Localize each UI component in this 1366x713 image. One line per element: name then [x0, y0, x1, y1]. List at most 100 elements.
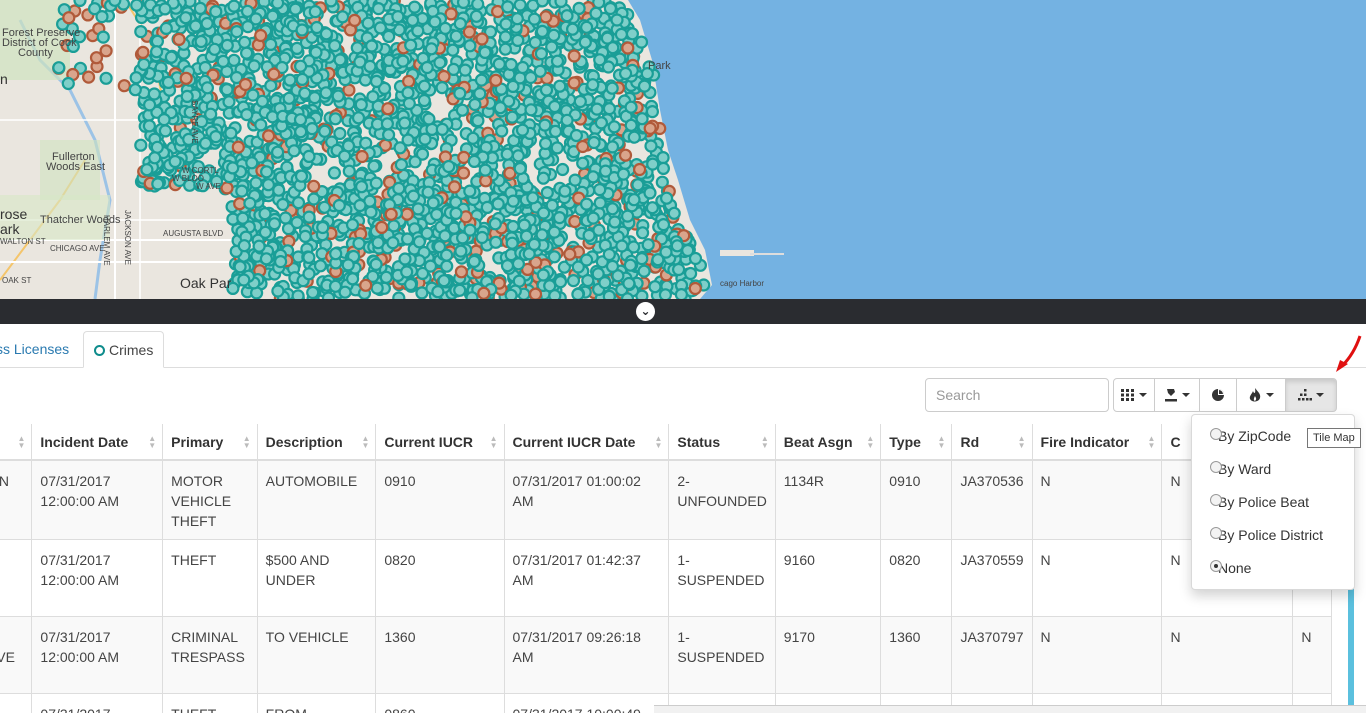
crime-marker[interactable]	[517, 218, 531, 232]
crime-marker[interactable]	[293, 113, 308, 127]
crime-marker[interactable]	[287, 144, 301, 158]
crime-marker[interactable]	[593, 183, 607, 197]
map-view[interactable]: Forest Preserve District of Cook County …	[0, 0, 1366, 299]
crime-marker[interactable]	[261, 178, 275, 192]
crime-marker[interactable]	[524, 103, 538, 117]
crime-marker[interactable]	[545, 40, 559, 54]
crime-marker[interactable]	[260, 165, 274, 179]
crime-marker[interactable]	[290, 41, 304, 56]
crime-marker[interactable]	[128, 83, 142, 97]
crime-marker[interactable]	[504, 57, 518, 72]
crime-marker[interactable]	[624, 118, 638, 132]
crime-marker[interactable]	[342, 164, 356, 178]
crime-marker[interactable]	[243, 196, 257, 210]
crime-marker[interactable]	[528, 287, 543, 299]
crime-marker[interactable]	[423, 259, 438, 273]
crime-marker[interactable]	[99, 71, 113, 85]
crime-marker[interactable]	[240, 4, 255, 18]
crime-marker[interactable]	[435, 122, 449, 136]
crime-marker[interactable]	[342, 83, 356, 97]
table-row[interactable]: E AVE07/31/2017 12:00:00 AMCRIMINAL TRES…	[0, 616, 1332, 694]
crime-marker[interactable]	[267, 67, 281, 81]
crimes-table-container[interactable]: s▲▼ Incident Date▲▼ Primary▲▼ Descriptio…	[0, 424, 1352, 713]
crime-marker[interactable]	[235, 184, 249, 198]
crime-marker[interactable]	[602, 289, 616, 299]
crime-marker[interactable]	[593, 53, 607, 67]
crime-marker[interactable]	[319, 86, 333, 100]
crime-marker[interactable]	[308, 90, 322, 105]
crime-marker[interactable]	[424, 42, 438, 56]
crime-marker[interactable]	[137, 57, 151, 72]
crime-marker[interactable]	[282, 91, 296, 105]
crime-marker[interactable]	[598, 164, 613, 178]
crime-marker[interactable]	[402, 74, 416, 89]
crime-marker[interactable]	[226, 161, 240, 175]
option-by-police-district[interactable]: By Police District	[1210, 527, 1323, 543]
crime-marker[interactable]	[369, 257, 383, 271]
crime-marker[interactable]	[354, 97, 368, 112]
crime-marker[interactable]	[62, 11, 76, 25]
crime-marker[interactable]	[276, 197, 290, 212]
crime-marker[interactable]	[492, 57, 506, 71]
crime-marker[interactable]	[625, 27, 640, 41]
crime-marker[interactable]	[294, 125, 308, 139]
crime-marker[interactable]	[220, 82, 234, 97]
crime-marker[interactable]	[618, 66, 633, 81]
crime-marker[interactable]	[224, 126, 238, 140]
crime-marker[interactable]	[161, 75, 175, 90]
crime-marker[interactable]	[238, 35, 252, 49]
crime-marker[interactable]	[495, 124, 509, 138]
crime-marker[interactable]	[571, 287, 585, 299]
crime-marker[interactable]	[656, 151, 670, 165]
crime-marker[interactable]	[220, 38, 234, 53]
crime-marker[interactable]	[515, 123, 530, 137]
crime-marker[interactable]	[644, 139, 658, 153]
crime-marker[interactable]	[489, 73, 503, 87]
crime-marker[interactable]	[246, 88, 260, 102]
crime-marker[interactable]	[605, 140, 620, 154]
crime-marker[interactable]	[438, 229, 452, 243]
crime-marker[interactable]	[535, 24, 549, 38]
crime-marker[interactable]	[475, 32, 489, 46]
crime-marker[interactable]	[463, 39, 477, 53]
crime-marker[interactable]	[602, 247, 616, 262]
crime-marker[interactable]	[589, 6, 603, 20]
crime-marker[interactable]	[622, 276, 636, 291]
crime-marker[interactable]	[150, 45, 164, 59]
crime-marker[interactable]	[382, 128, 396, 142]
crime-marker[interactable]	[586, 170, 600, 184]
crime-marker[interactable]	[579, 253, 594, 267]
crime-marker[interactable]	[307, 192, 321, 206]
crime-marker[interactable]	[264, 79, 278, 93]
crime-marker[interactable]	[646, 157, 660, 171]
crime-marker[interactable]	[463, 223, 477, 237]
crime-marker[interactable]	[380, 117, 394, 131]
crime-marker[interactable]	[406, 13, 420, 27]
crime-marker[interactable]	[550, 141, 564, 155]
crime-marker[interactable]	[278, 211, 293, 225]
crime-marker[interactable]	[635, 252, 649, 266]
crime-marker[interactable]	[363, 59, 377, 74]
crime-marker[interactable]	[130, 0, 144, 12]
tab-business-licenses[interactable]: ss Licenses	[0, 331, 79, 368]
crime-marker[interactable]	[200, 16, 214, 31]
crime-marker[interactable]	[307, 179, 321, 193]
crime-marker[interactable]	[338, 149, 352, 163]
crime-marker[interactable]	[527, 12, 542, 26]
crime-marker[interactable]	[430, 207, 444, 222]
column-header[interactable]: Status ▲ ▼	[668, 424, 776, 461]
crime-marker[interactable]	[627, 130, 641, 144]
crime-marker[interactable]	[404, 38, 418, 52]
crime-marker[interactable]	[536, 268, 550, 282]
crime-marker[interactable]	[511, 149, 525, 163]
crime-marker[interactable]	[545, 198, 559, 212]
crime-marker[interactable]	[437, 69, 451, 84]
crime-marker[interactable]	[193, 1, 207, 15]
crime-marker[interactable]	[233, 260, 247, 274]
crime-marker[interactable]	[381, 102, 395, 116]
crime-marker[interactable]	[150, 140, 164, 154]
crime-marker[interactable]	[400, 207, 414, 221]
crime-marker[interactable]	[236, 211, 250, 225]
crime-marker[interactable]	[408, 155, 422, 169]
crime-marker[interactable]	[418, 132, 432, 146]
